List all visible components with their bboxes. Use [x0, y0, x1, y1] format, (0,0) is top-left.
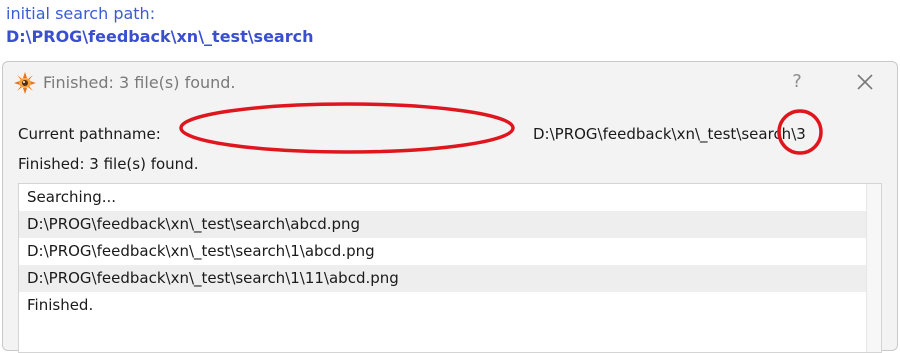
- initial-search-path-value: D:\PROG\feedback\xn\_test\search: [6, 27, 314, 46]
- initial-search-path-label: initial search path:: [6, 4, 156, 23]
- list-item[interactable]: Finished.: [19, 292, 881, 319]
- search-progress-dialog: Finished: 3 file(s) found. ? Current pat…: [2, 61, 898, 353]
- list-item[interactable]: Searching...: [19, 184, 881, 211]
- current-pathname-label: Current pathname:: [18, 125, 161, 143]
- dialog-titlebar[interactable]: Finished: 3 file(s) found. ?: [3, 62, 897, 102]
- list-item[interactable]: D:\PROG\feedback\xn\_test\search\1\abcd.…: [19, 238, 881, 265]
- list-scrollbar[interactable]: [866, 184, 881, 352]
- list-item[interactable]: D:\PROG\feedback\xn\_test\search\abcd.pn…: [19, 211, 881, 238]
- list-item[interactable]: D:\PROG\feedback\xn\_test\search\1\11\ab…: [19, 265, 881, 292]
- help-icon: ?: [792, 71, 802, 92]
- close-button[interactable]: [849, 66, 881, 98]
- search-log-list[interactable]: Searching... D:\PROG\feedback\xn\_test\s…: [18, 183, 882, 353]
- status-text: Finished: 3 file(s) found.: [18, 155, 199, 173]
- close-icon: [857, 74, 873, 90]
- help-button[interactable]: ?: [781, 66, 813, 98]
- dialog-title: Finished: 3 file(s) found.: [43, 73, 236, 92]
- xnview-eye-icon: [14, 72, 36, 94]
- current-pathname-value: D:\PROG\feedback\xn\_test\search\3: [533, 125, 806, 143]
